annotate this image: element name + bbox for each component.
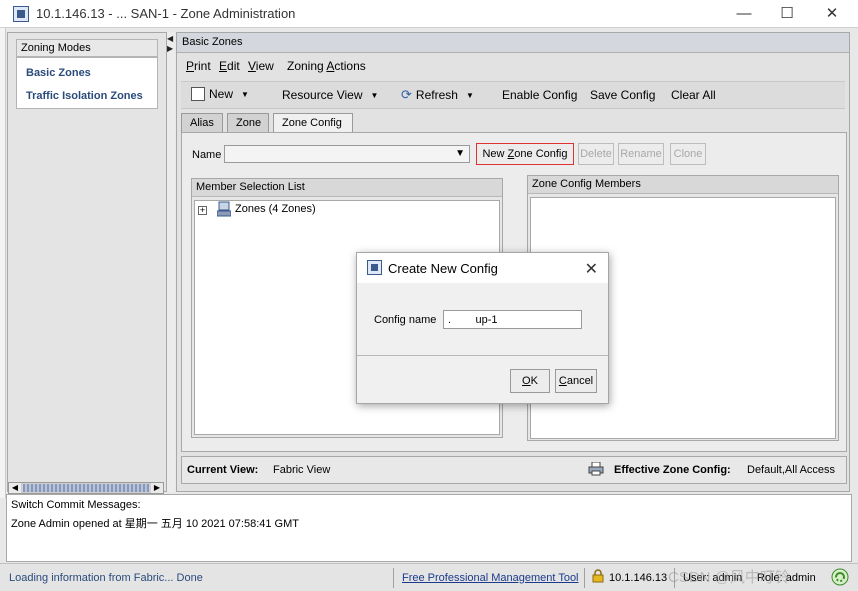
- new-zone-config-button[interactable]: New Zone Config: [476, 143, 574, 165]
- zoning-mode-traffic-isolation[interactable]: Traffic Isolation Zones: [26, 90, 143, 102]
- clear-all-button[interactable]: Clear All: [671, 88, 716, 102]
- zoning-mode-basic-zones[interactable]: Basic Zones: [26, 67, 91, 79]
- name-label: Name: [192, 149, 222, 161]
- clone-button[interactable]: Clone: [670, 143, 706, 165]
- tab-zone-config[interactable]: Zone Config: [273, 113, 353, 133]
- messages-title: Switch Commit Messages:: [11, 499, 141, 511]
- zone-config-members-header: Zone Config Members: [528, 176, 838, 194]
- dialog-titlebar: Create New Config ✕: [357, 253, 608, 283]
- refresh-icon: ⟳: [401, 87, 412, 102]
- switch-commit-messages: Switch Commit Messages: Zone Admin opene…: [6, 494, 852, 562]
- status-ip: 10.1.146.13: [609, 572, 668, 584]
- zoning-modes-panel: Zoning Modes Basic Zones Traffic Isolati…: [7, 32, 167, 492]
- lock-icon: [592, 569, 604, 586]
- scroll-left-arrow-icon[interactable]: ◀: [9, 483, 21, 493]
- effective-zone-config-value: Default,All Access: [747, 464, 836, 476]
- dialog-title: Create New Config: [388, 261, 498, 276]
- refresh-button[interactable]: ⟳ Refresh ▼: [401, 87, 474, 103]
- app-icon: [367, 260, 382, 275]
- menu-print[interactable]: Print: [186, 59, 211, 73]
- view-status-line: Current View: Fabric View Effective Zone…: [181, 456, 847, 484]
- chevron-down-icon: ▼: [455, 148, 465, 159]
- watermark: CSDN @风中叮铃: [668, 569, 790, 586]
- minimize-button[interactable]: —: [732, 4, 756, 24]
- zoning-modes-list: Basic Zones Traffic Isolation Zones: [16, 57, 158, 109]
- new-document-icon: [191, 87, 205, 101]
- current-view-label: Current View:: [187, 464, 259, 476]
- window-title: 10.1.146.13 - ... SAN-1 - Zone Administr…: [36, 6, 296, 21]
- rename-button[interactable]: Rename: [618, 143, 664, 165]
- config-name-label: Config name: [374, 314, 437, 326]
- chevron-down-icon: ▼: [465, 91, 474, 100]
- tree-item-zones[interactable]: Zones (4 Zones): [235, 203, 316, 215]
- menu-view[interactable]: View: [248, 59, 274, 73]
- status-separator: [393, 568, 394, 588]
- free-management-tool-link[interactable]: Free Professional Management Tool: [402, 572, 579, 584]
- zones-icon: [216, 201, 232, 217]
- name-dropdown[interactable]: ▼: [224, 145, 470, 163]
- tab-zone[interactable]: Zone: [227, 113, 269, 132]
- chevron-down-icon: ▼: [370, 91, 379, 100]
- ok-button[interactable]: OK: [510, 369, 550, 393]
- scroll-right-arrow-icon[interactable]: ▶: [151, 483, 163, 493]
- left-horizontal-scrollbar[interactable]: ◀ ▶: [8, 482, 164, 494]
- close-button[interactable]: ✕: [820, 4, 844, 24]
- zoning-modes-header: Zoning Modes: [16, 39, 158, 57]
- close-icon[interactable]: ✕: [585, 259, 598, 279]
- current-view-value: Fabric View: [273, 464, 331, 476]
- message-line: Zone Admin opened at 星期一 五月 10 2021 07:5…: [11, 518, 299, 530]
- menu-bar: Print Edit View Zoning Actions: [181, 55, 845, 77]
- tree-expand-icon[interactable]: +: [198, 206, 207, 215]
- enable-config-button[interactable]: Enable Config: [502, 88, 577, 102]
- maximize-button[interactable]: ☐: [775, 4, 799, 24]
- new-button[interactable]: New ▼: [191, 87, 249, 101]
- menu-edit[interactable]: Edit: [219, 59, 240, 73]
- connection-icon: [830, 567, 850, 590]
- loading-status: Loading information from Fabric... Done: [9, 572, 203, 584]
- app-icon: [13, 6, 29, 22]
- splitter-right-arrow-icon[interactable]: ▶: [167, 44, 173, 53]
- cancel-button[interactable]: Cancel: [555, 369, 597, 393]
- status-separator: [584, 568, 585, 588]
- window-titlebar: 10.1.146.13 - ... SAN-1 - Zone Administr…: [0, 0, 858, 28]
- splitter-left-arrow-icon[interactable]: ◀: [167, 34, 173, 43]
- chevron-down-icon: ▼: [241, 90, 249, 99]
- effective-zone-config-label: Effective Zone Config:: [614, 464, 731, 476]
- resource-view-button[interactable]: Resource View ▼: [282, 88, 378, 102]
- menu-zoning-actions[interactable]: Zoning Actions: [287, 59, 366, 73]
- printer-icon[interactable]: [588, 461, 604, 479]
- config-name-input[interactable]: [443, 310, 582, 329]
- status-bar: Loading information from Fabric... Done …: [0, 563, 858, 591]
- scroll-thumb[interactable]: [23, 484, 149, 492]
- panel-splitter[interactable]: ◀ ▶: [167, 32, 175, 492]
- tab-alias[interactable]: Alias: [181, 113, 223, 132]
- create-new-config-dialog: Create New Config ✕ Config name OK Cance…: [356, 252, 609, 404]
- toolbar: New ▼ Resource View ▼ ⟳ Refresh ▼ Enable Con…: [181, 81, 845, 109]
- basic-zones-title: Basic Zones: [177, 33, 849, 53]
- left-edge-strip: [0, 28, 6, 498]
- dialog-separator: [357, 355, 608, 356]
- member-selection-header: Member Selection List: [192, 179, 502, 197]
- delete-button[interactable]: Delete: [578, 143, 614, 165]
- save-config-button[interactable]: Save Config: [590, 88, 655, 102]
